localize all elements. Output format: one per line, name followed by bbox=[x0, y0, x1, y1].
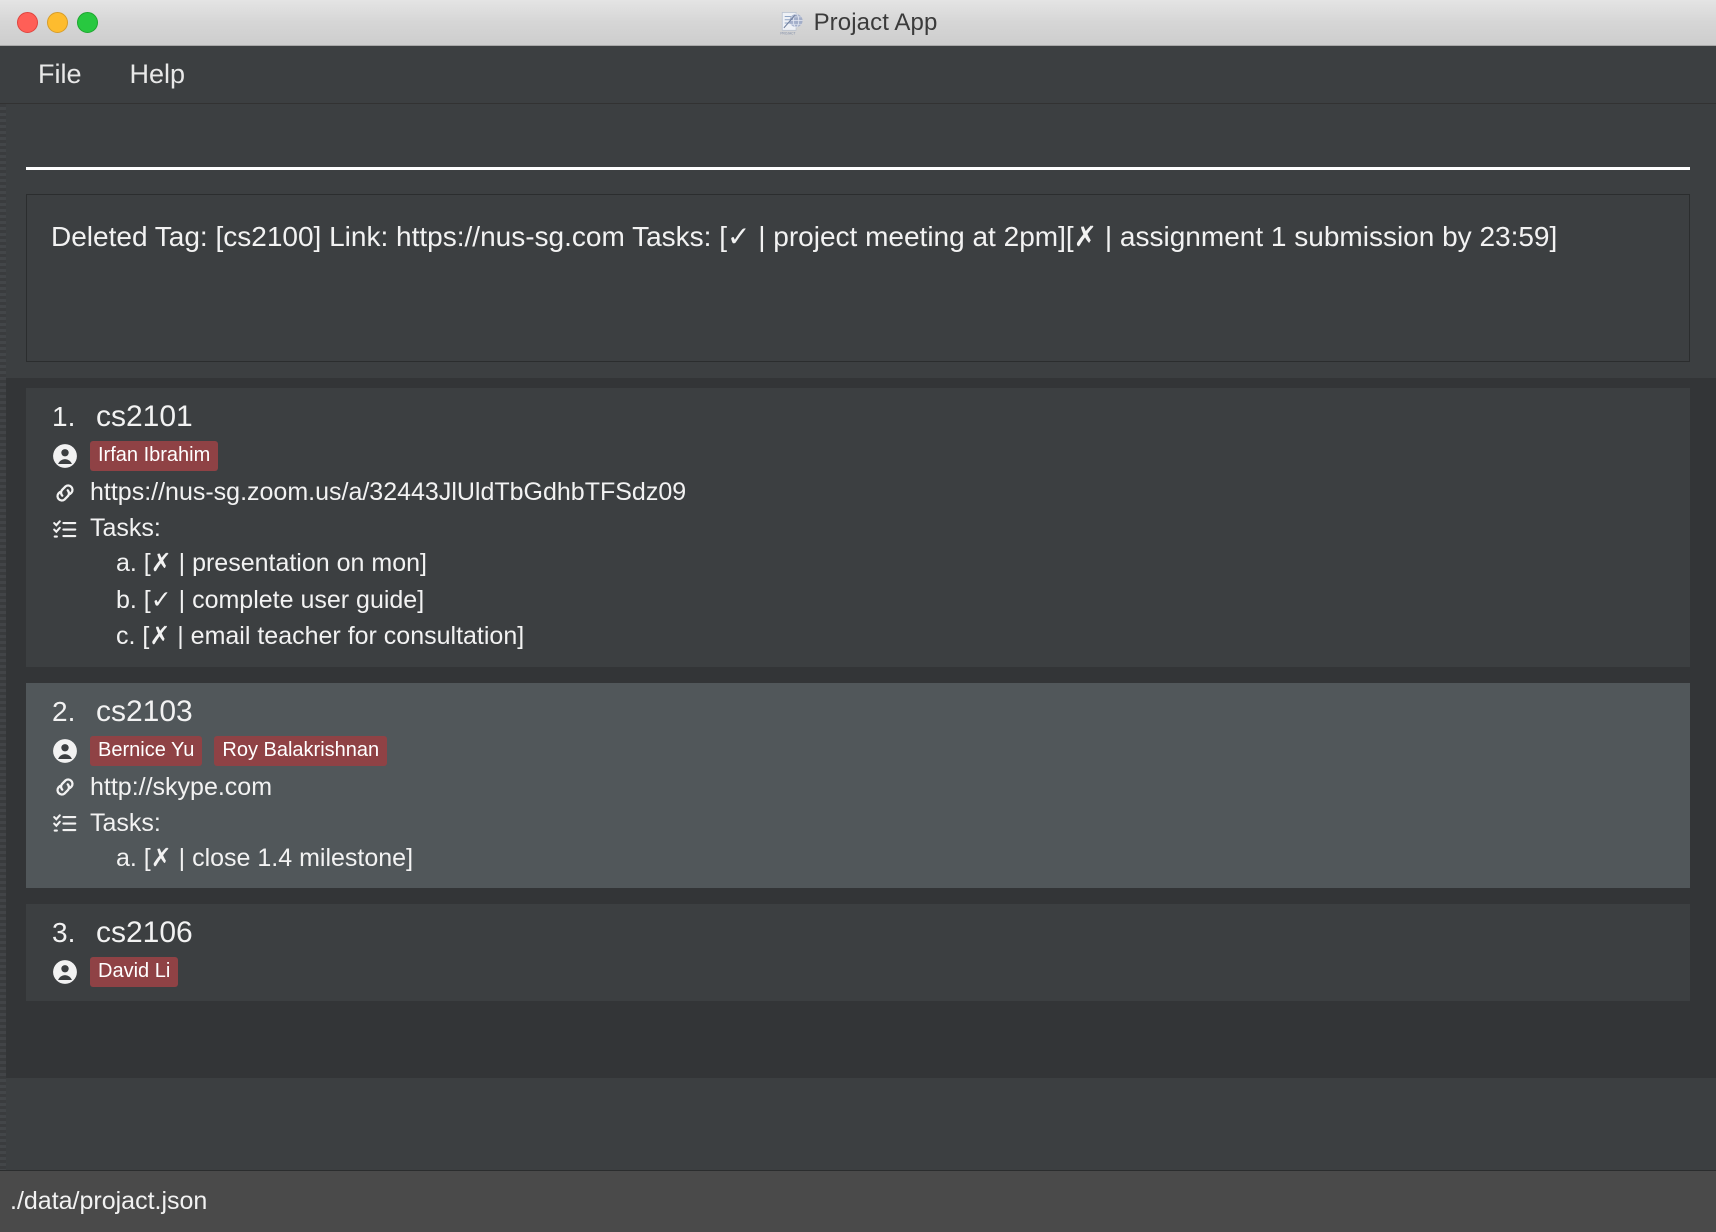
person-icon bbox=[53, 738, 77, 763]
project-list-panel[interactable]: 1. cs2101 Irfan Ibrahim https://nus-sg.zoom… bbox=[0, 378, 1716, 1078]
task-line: a. [✗ | close 1.4 milestone] bbox=[116, 843, 414, 872]
project-members-row: Bernice Yu Roy Balakrishnan bbox=[26, 735, 1690, 766]
checklist-icon bbox=[53, 814, 77, 832]
project-name: cs2101 bbox=[96, 400, 193, 433]
member-tag[interactable]: Bernice Yu bbox=[90, 735, 203, 766]
app-logo-icon: PROJACT bbox=[780, 11, 803, 35]
member-tag[interactable]: Roy Balakrishnan bbox=[214, 735, 388, 766]
menu-bar: File Help bbox=[0, 46, 1716, 104]
result-display-area: Deleted Tag: [cs2100] Link: https://nus-… bbox=[0, 186, 1716, 372]
project-link-row: http://skype.com bbox=[26, 773, 1690, 802]
window-title-group: PROJACT Projact App bbox=[0, 0, 1716, 45]
project-index: 1. bbox=[52, 401, 76, 432]
link-icon bbox=[56, 778, 74, 796]
project-list: 1. cs2101 Irfan Ibrahim https://nus-sg.zoom… bbox=[26, 388, 1690, 1001]
window-controls bbox=[0, 12, 98, 33]
member-tag[interactable]: David Li bbox=[90, 957, 179, 987]
result-display-box: Deleted Tag: [cs2100] Link: https://nus-… bbox=[26, 194, 1690, 362]
title-bar: PROJACT Projact App bbox=[0, 0, 1716, 46]
link-icon bbox=[56, 483, 74, 502]
tasks-label: Tasks: bbox=[90, 514, 161, 542]
project-card[interactable]: 1. cs2101 Irfan Ibrahim https://nus-sg.zoom… bbox=[26, 388, 1690, 667]
minimize-window-button[interactable] bbox=[47, 12, 68, 33]
project-card[interactable]: 2. cs2103 Bernice Yu Roy Balakrishnan http:/… bbox=[26, 682, 1690, 888]
command-input[interactable] bbox=[26, 116, 1690, 170]
menu-item-help[interactable]: Help bbox=[120, 57, 196, 92]
tasks-label: Tasks: bbox=[90, 808, 161, 837]
project-name: cs2103 bbox=[96, 694, 193, 728]
project-members-row: Irfan Ibrahim bbox=[26, 441, 1690, 471]
window-title: Projact App bbox=[813, 8, 938, 36]
member-tag-list: Bernice Yu Roy Balakrishnan bbox=[90, 735, 388, 766]
project-title-row: 2. cs2103 bbox=[26, 695, 1690, 729]
project-index: 3. bbox=[52, 917, 76, 948]
menu-item-file[interactable]: File bbox=[28, 57, 92, 92]
project-link[interactable]: http://skype.com bbox=[90, 773, 272, 802]
window-edge-strip bbox=[0, 104, 6, 1170]
status-bar: ./data/projact.json bbox=[0, 1170, 1716, 1232]
project-index: 2. bbox=[52, 695, 76, 727]
result-text: Deleted Tag: [cs2100] Link: https://nus-… bbox=[51, 221, 1558, 252]
svg-text:PROJACT: PROJACT bbox=[780, 31, 795, 35]
member-tag[interactable]: Irfan Ibrahim bbox=[90, 441, 219, 471]
project-title-row: 3. cs2106 bbox=[26, 916, 1690, 950]
project-tasks-row: Tasks: bbox=[26, 809, 1690, 838]
card-separator bbox=[26, 666, 1690, 683]
card-separator bbox=[26, 888, 1690, 904]
project-name: cs2106 bbox=[96, 916, 193, 949]
close-window-button[interactable] bbox=[17, 12, 38, 33]
maximize-window-button[interactable] bbox=[77, 12, 98, 33]
project-link[interactable]: https://nus-sg.zoom.us/a/32443JlUldTbGdh… bbox=[90, 478, 686, 507]
project-members-row: David Li bbox=[26, 957, 1690, 987]
project-tasks-row: Tasks: bbox=[26, 514, 1690, 543]
person-icon bbox=[53, 444, 77, 468]
project-card[interactable]: 3. cs2106 David Li bbox=[26, 904, 1690, 1001]
project-title-row: 1. cs2101 bbox=[26, 400, 1690, 434]
command-area bbox=[0, 104, 1716, 186]
person-icon bbox=[53, 960, 77, 984]
status-file-path: ./data/projact.json bbox=[10, 1187, 208, 1215]
member-tag-list: David Li bbox=[90, 957, 179, 987]
task-line: b. [✓ | complete user guide] bbox=[116, 585, 425, 614]
member-tag-list: Irfan Ibrahim bbox=[90, 441, 219, 471]
app-window: PROJACT Projact App File Help Deleted Ta… bbox=[0, 0, 1716, 1232]
checklist-icon bbox=[53, 519, 77, 538]
task-line: a. [✗ | presentation on mon] bbox=[116, 549, 427, 577]
project-link-row: https://nus-sg.zoom.us/a/32443JlUldTbGdh… bbox=[26, 478, 1690, 507]
task-line: c. [✗ | email teacher for consultation] bbox=[116, 622, 525, 650]
